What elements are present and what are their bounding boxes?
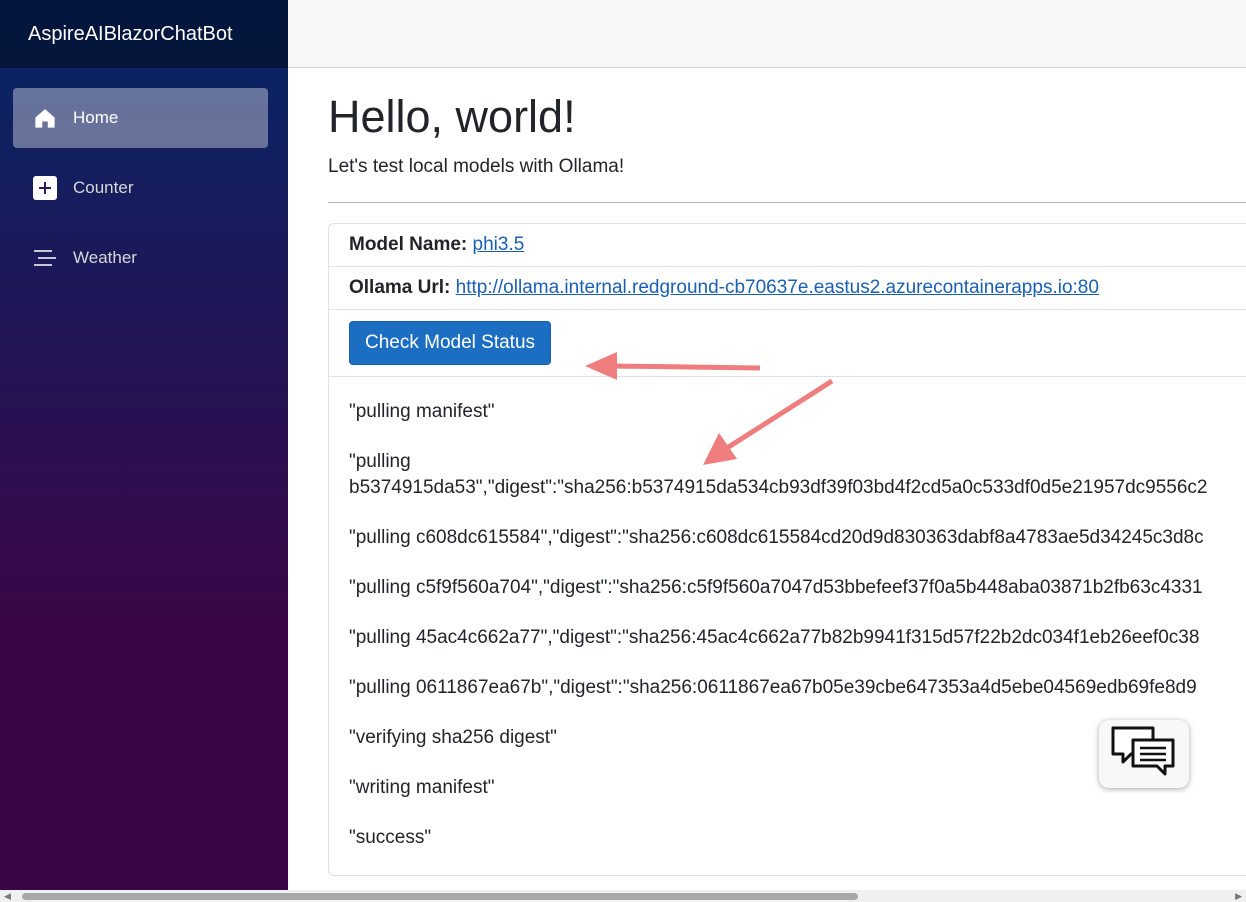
scroll-right-icon[interactable]: ▶ xyxy=(1235,891,1242,902)
check-model-status-button[interactable]: Check Model Status xyxy=(349,321,552,365)
horizontal-scrollbar[interactable]: ◀ ▶ xyxy=(0,890,1246,902)
log-line: "pulling 45ac4c662a77","digest":"sha256:… xyxy=(349,627,1200,648)
model-name-link[interactable]: phi3.5 xyxy=(473,234,525,255)
log-line: "pulling manifest" xyxy=(349,401,495,422)
log-line: "verifying sha256 digest" xyxy=(349,727,557,748)
ollama-url-row: Ollama Url: http://ollama.internal.redgr… xyxy=(329,267,1246,310)
top-bar xyxy=(288,0,1246,68)
log-line: "pulling c608dc615584","digest":"sha256:… xyxy=(349,527,1204,548)
sidebar-nav: Home Counter Weather xyxy=(0,68,288,288)
app-title[interactable]: AspireAIBlazorChatBot xyxy=(0,0,288,68)
chat-button[interactable] xyxy=(1099,720,1189,788)
sidebar-item-label: Weather xyxy=(73,248,137,267)
plus-icon xyxy=(33,176,57,200)
page-title: Hello, world! xyxy=(328,91,576,142)
ollama-url-label: Ollama Url: xyxy=(349,277,451,298)
sidebar-item-counter[interactable]: Counter xyxy=(13,158,268,218)
log-line: "writing manifest" xyxy=(349,777,495,798)
sidebar-item-label: Counter xyxy=(73,178,134,197)
chat-bubbles-icon xyxy=(1109,724,1179,785)
list-icon xyxy=(33,246,57,270)
log-line: "success" xyxy=(349,827,432,848)
page-lead: Let's test local models with Ollama! xyxy=(328,156,625,177)
model-name-row: Model Name: phi3.5 xyxy=(329,224,1246,267)
log-line: "pulling 0611867ea67b","digest":"sha256:… xyxy=(349,677,1197,698)
home-icon xyxy=(33,106,57,130)
log-line: "pulling c5f9f560a704","digest":"sha256:… xyxy=(349,577,1203,598)
sidebar-item-label: Home xyxy=(73,108,119,127)
sidebar-item-home[interactable]: Home xyxy=(13,88,268,148)
log-line: "pulling b5374915da53","digest":"sha256:… xyxy=(349,451,1208,498)
model-name-label: Model Name: xyxy=(349,234,468,255)
scroll-left-icon[interactable]: ◀ xyxy=(4,891,11,902)
button-row: Check Model Status xyxy=(329,310,1246,377)
scrollbar-thumb[interactable] xyxy=(22,893,858,900)
ollama-url-link[interactable]: http://ollama.internal.redground-cb70637… xyxy=(456,277,1099,298)
divider xyxy=(328,202,1246,203)
sidebar-item-weather[interactable]: Weather xyxy=(13,228,268,288)
sidebar: AspireAIBlazorChatBot Home Counter Weath… xyxy=(0,0,288,890)
